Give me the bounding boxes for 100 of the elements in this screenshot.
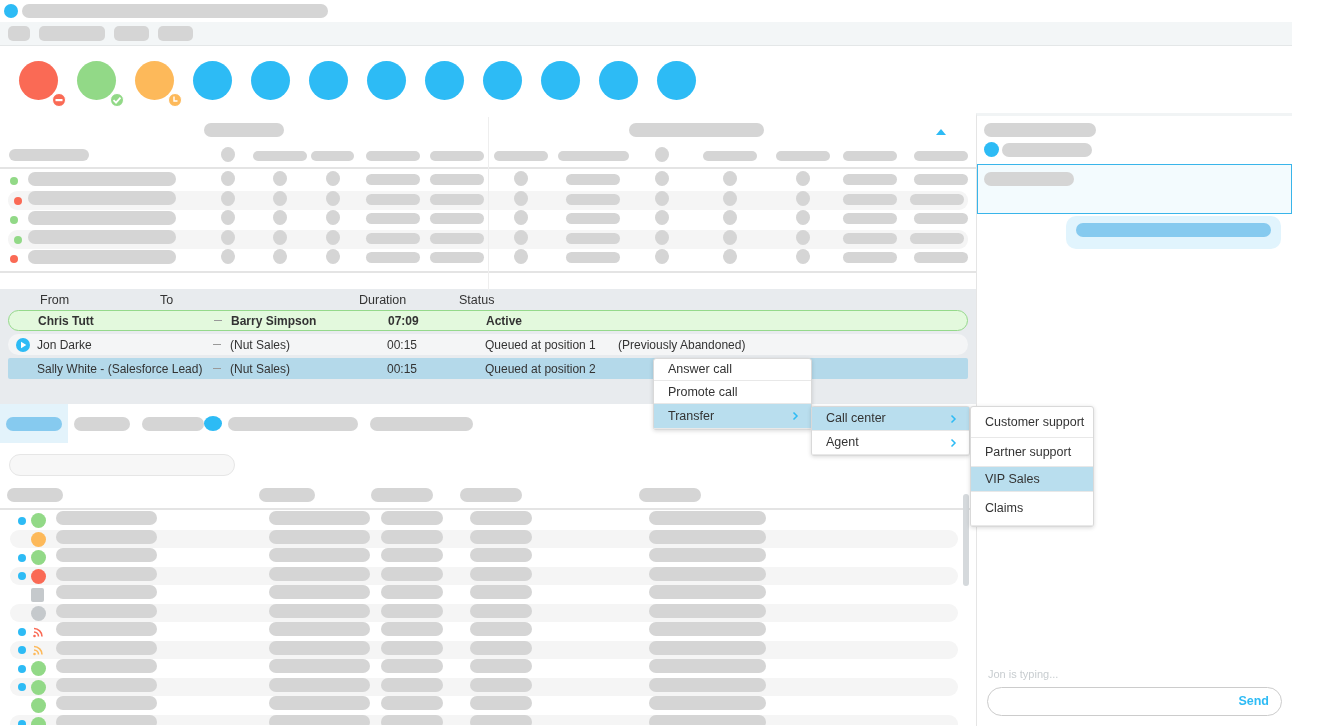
placeholder-dot [723,190,737,206]
placeholder-bar [843,252,897,263]
scrollbar-thumb[interactable] [963,494,969,586]
menu-item[interactable]: Customer support [971,407,1093,438]
placeholder-bar [470,566,532,581]
placeholder-dot [220,190,235,206]
placeholder-dot [220,147,235,162]
menu-item[interactable]: Claims [971,492,1093,526]
placeholder-dot [723,171,737,186]
status-button[interactable] [251,61,290,100]
callee-name: (Nut Sales) [230,336,292,354]
status-button[interactable] [19,61,58,100]
placeholder-bar [639,488,701,502]
placeholder-dot [723,210,737,225]
call-status: Active [486,312,524,330]
menu-item[interactable]: VIP Sales [971,467,1093,492]
placeholder-dot [654,249,669,264]
status-button[interactable] [599,61,638,100]
placeholder-dot [795,249,810,264]
selected-conversation[interactable] [977,164,1292,214]
placeholder-bar [7,488,63,502]
call-row[interactable]: Chris Tutt Barry Simpson 07:09 Active [8,310,968,331]
placeholder-bar [470,677,532,692]
placeholder-bar [381,677,443,692]
placeholder-bar [913,174,968,185]
status-button[interactable] [77,61,116,100]
callee-name: (Nut Sales) [230,360,292,378]
placeholder-bar [470,548,532,562]
status-button[interactable] [135,61,174,100]
placeholder-dot [654,190,669,206]
placeholder-dot [325,210,340,225]
status-button[interactable] [425,61,464,100]
menu-item[interactable] [39,26,105,41]
placeholder-bar [909,193,964,205]
status-button[interactable] [193,61,232,100]
placeholder-dot [795,210,810,225]
placeholder-dot [220,249,235,264]
placeholder-dot [723,229,737,245]
placeholder-bar [429,252,484,263]
placeholder-dot [795,190,810,206]
call-row[interactable]: Jon Darke (Nut Sales) 00:15 Queued at position 1 (Previously Abandoned) [8,334,968,355]
placeholder-dot [273,190,287,206]
placeholder-bar [775,151,830,161]
placeholder-dot [654,171,669,186]
status-button[interactable] [541,61,580,100]
placeholder-bar [843,232,897,244]
status-button[interactable] [483,61,522,100]
placeholder-bar [913,252,968,263]
placeholder-dot [273,171,287,186]
status-button[interactable] [309,61,348,100]
caller-name: Chris Tutt [38,312,95,330]
call-status: Queued at position 1 [485,336,597,354]
placeholder-bar [566,232,620,244]
placeholder-bar [259,488,315,502]
placeholder-bar [381,696,443,710]
placeholder-bar [470,696,532,710]
menu-item[interactable]: Transfer [654,404,811,429]
placeholder-bar [843,213,897,224]
app-icon [4,4,18,18]
placeholder-bar [566,213,620,224]
placeholder-bar [843,193,897,205]
placeholder-bar [913,213,968,224]
placeholder-dot [513,171,528,186]
menu-item[interactable]: Answer call [654,359,811,381]
menu-item[interactable] [114,26,149,41]
placeholder-bar [365,151,420,161]
placeholder-bar [365,252,420,263]
menu-item[interactable]: Call center [812,407,969,431]
menu-item[interactable]: Agent [812,431,969,455]
placeholder-bar [470,714,532,725]
sort-icon [934,128,947,136]
placeholder-dot [325,249,340,264]
placeholder-bar [566,174,620,185]
call-status: Queued at position 2 [485,360,597,378]
call-duration: 00:15 [387,336,419,354]
placeholder-bar [909,232,964,244]
menu-item[interactable] [158,26,193,41]
placeholder-bar [460,488,522,502]
placeholder-bar [566,252,620,263]
placeholder-bar [381,529,443,544]
status-button[interactable] [657,61,696,100]
placeholder-bar [381,548,443,562]
search-field[interactable] [9,454,235,476]
caller-name: Sally White - (Salesforce Lead) [37,360,204,378]
placeholder-dot [220,210,235,225]
status-button[interactable] [367,61,406,100]
placeholder-bar [913,151,968,161]
placeholder-bar [557,151,629,161]
placeholder-dot [273,229,287,245]
placeholder-dot [513,190,528,206]
tab[interactable] [0,404,68,443]
placeholder-dot [325,229,340,245]
callee-name: Barry Simpson [231,312,318,330]
placeholder-bar [381,603,443,618]
placeholder-bar [493,151,548,161]
avatar-dot [984,142,999,157]
caller-name: Jon Darke [37,336,93,354]
placeholder-bar [429,232,484,244]
chevron-icon [792,411,799,421]
menu-item[interactable] [8,26,30,41]
